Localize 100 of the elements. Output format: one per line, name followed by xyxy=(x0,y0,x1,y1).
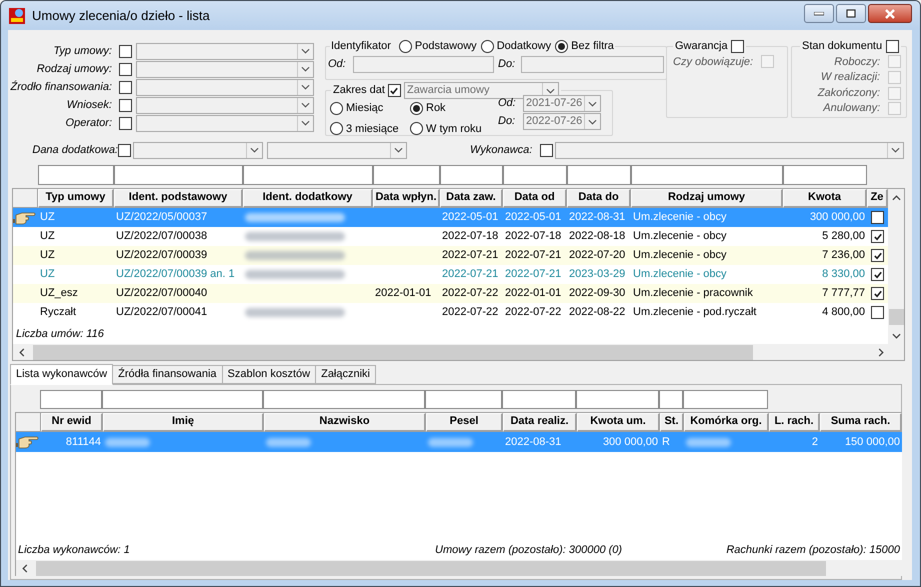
checkbox[interactable] xyxy=(388,84,401,97)
radio-button[interactable] xyxy=(555,40,568,53)
group-label: Gwarancja xyxy=(675,39,728,54)
minimize-button[interactable] xyxy=(804,4,834,23)
checkbox[interactable] xyxy=(871,287,884,300)
checkbox[interactable] xyxy=(118,144,131,156)
tab[interactable]: Załączniki xyxy=(316,365,376,384)
checkbox[interactable] xyxy=(871,230,884,243)
filter-field[interactable] xyxy=(576,390,659,409)
checkbox[interactable] xyxy=(540,144,553,156)
table-cell: UZ/2022/07/00039 an. 1 xyxy=(116,268,235,280)
field-label: Do: xyxy=(498,114,516,130)
field-label: Od: xyxy=(498,96,517,112)
dropdown[interactable]: 2022-07-26 xyxy=(523,113,601,130)
chevron-down-icon xyxy=(301,66,310,72)
checkbox[interactable] xyxy=(730,40,744,53)
scrollbar-thumb[interactable] xyxy=(36,560,826,576)
table-cell: 300 000,00 xyxy=(602,436,658,448)
table-cell: 2022-01-01 xyxy=(375,287,432,300)
filter-field[interactable] xyxy=(683,390,768,409)
filter-field[interactable] xyxy=(567,165,631,185)
table-cell: Um.zlecenie - pracownik xyxy=(633,287,753,300)
tab[interactable]: Lista wykonawców xyxy=(10,364,114,385)
table-cell: UZ xyxy=(40,211,55,224)
table-cell: 2022-08-18 xyxy=(569,230,626,242)
close-icon xyxy=(884,8,896,18)
minimize-icon xyxy=(814,12,824,16)
dropdown[interactable]: Zawarcia umowy xyxy=(404,82,559,99)
checkbox[interactable] xyxy=(871,249,884,262)
filter-field[interactable] xyxy=(373,165,440,185)
table-cell: 7 777,77 xyxy=(822,287,865,300)
filter-field[interactable] xyxy=(503,165,567,185)
table-cell: UZ xyxy=(40,268,55,280)
table-footer-text: Liczba umów: 116 xyxy=(15,327,105,342)
dropdown[interactable] xyxy=(267,142,407,158)
table-cell: 150 000,00 xyxy=(844,436,900,448)
table-cell: 4 800,00 xyxy=(822,306,865,318)
filter-field[interactable] xyxy=(40,390,102,409)
table-cell: 7 236,00 xyxy=(822,249,865,262)
input-field[interactable] xyxy=(353,56,494,72)
filter-field[interactable] xyxy=(114,165,243,185)
chevron-down-icon xyxy=(301,84,310,90)
tab[interactable]: Źródła finansowania xyxy=(113,365,223,384)
checkbox[interactable] xyxy=(119,44,132,58)
checkbox[interactable] xyxy=(119,62,132,76)
radio-button[interactable] xyxy=(398,40,412,53)
filter-field[interactable] xyxy=(425,390,502,409)
close-button[interactable] xyxy=(868,4,912,23)
pointing-hand-icon xyxy=(16,435,40,449)
filter-field[interactable] xyxy=(783,165,867,185)
horizontal-scrollbar[interactable] xyxy=(16,560,902,576)
window-title: Umowy zlecenia/o dzieło - lista xyxy=(32,6,210,25)
filter-field[interactable] xyxy=(659,390,683,409)
maximize-button[interactable] xyxy=(836,4,866,23)
filter-field[interactable] xyxy=(502,390,576,409)
table-row[interactable]: UZ_esz UZ/2022/07/00040 2022-01-01 2022-07-22 2022-01-01 2022-09-30 Um.zlecenie - pracownik 7 777,77 xyxy=(13,284,888,303)
field-label: W realizacji: xyxy=(820,70,880,86)
checkbox[interactable] xyxy=(119,80,132,94)
checkbox[interactable] xyxy=(871,268,884,281)
table-cell: Ryczałt xyxy=(40,306,76,318)
checkbox[interactable] xyxy=(886,40,900,53)
table-cell: Um.zlecenie - obcy xyxy=(633,211,727,224)
filter-field[interactable] xyxy=(631,165,783,185)
table-row[interactable]: UZ UZ/2022/07/00039 2022-07-21 2022-07-21 2022-07-20 Um.zlecenie - obcy 7 236,00 xyxy=(13,246,888,265)
table-footer-text: Liczba wykonawców: 1 xyxy=(18,542,131,558)
filter-field[interactable] xyxy=(263,390,425,409)
filter-field[interactable] xyxy=(440,165,503,185)
table-cell: UZ_esz xyxy=(40,287,78,300)
scroll-left-icon xyxy=(19,348,25,356)
checkbox[interactable] xyxy=(871,211,884,224)
radio-label: Podstawowy xyxy=(414,39,477,54)
chevron-down-icon xyxy=(301,48,310,54)
chevron-down-icon xyxy=(546,88,555,94)
scrollbar-thumb[interactable] xyxy=(888,309,904,325)
filter-field[interactable] xyxy=(243,165,373,185)
scroll-right-icon xyxy=(878,348,884,356)
radio-button[interactable] xyxy=(480,40,494,53)
checkbox[interactable] xyxy=(119,98,132,112)
filter-field[interactable] xyxy=(102,390,263,409)
horizontal-scrollbar[interactable] xyxy=(13,344,904,360)
input-field[interactable] xyxy=(521,56,664,72)
table-cell: 2022-01-01 xyxy=(505,287,562,300)
checkbox[interactable] xyxy=(871,306,884,319)
radio-button[interactable] xyxy=(330,102,343,115)
scrollbar-thumb[interactable] xyxy=(33,344,753,360)
filter-field[interactable] xyxy=(38,165,114,185)
table-cell: 2023-03-29 xyxy=(569,268,626,280)
table-cell: 8 330,00 xyxy=(822,268,865,280)
table-cell: 2 xyxy=(812,436,818,448)
chevron-down-icon xyxy=(588,100,597,106)
vertical-scrollbar[interactable] xyxy=(888,189,904,344)
checkbox[interactable] xyxy=(119,116,132,130)
tab[interactable]: Szablon kosztów xyxy=(222,365,316,384)
radio-button[interactable] xyxy=(410,122,423,136)
dropdown[interactable]: 2021-07-26 xyxy=(523,95,601,112)
table-cell: UZ/2022/07/00038 xyxy=(116,230,208,242)
radio-button[interactable] xyxy=(330,122,343,136)
radio-button[interactable] xyxy=(410,102,423,115)
field-label: Anulowany: xyxy=(823,101,880,116)
chevron-down-icon xyxy=(394,147,403,153)
